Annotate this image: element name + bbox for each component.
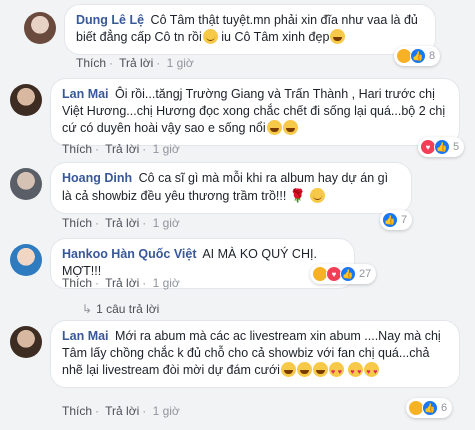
comment-author[interactable]: Lan Mai — [62, 87, 109, 101]
comment-author[interactable]: Hankoo Hàn Quốc Việt — [62, 247, 197, 261]
reply-link[interactable]: Trả lời — [105, 216, 139, 230]
like-icon: 👍 — [434, 139, 450, 155]
laugh-emoji — [282, 120, 298, 135]
comment-text: Ôi rồi...tăngj Trường Giang và Trấn Thàn… — [62, 87, 446, 135]
comment-item: Hankoo Hàn Quốc Việt AI MÀ KO QUÝ CHỊ. M… — [0, 236, 475, 316]
comment-item: Lan Mai Mới ra abum mà các ac livestream… — [0, 318, 475, 430]
comment-actions: Thích · Trả lời · 1 giờ — [62, 404, 180, 418]
reaction-summary[interactable]: 👍 7 — [380, 210, 413, 230]
comment-text: Mới ra abum mà các ac livestream xin abu… — [62, 329, 441, 377]
reply-link[interactable]: Trả lời — [105, 276, 139, 290]
reaction-summary[interactable]: ♥ 👍 27 — [310, 264, 377, 284]
timestamp[interactable]: 1 giờ — [153, 142, 180, 156]
reaction-summary[interactable]: 👍 6 — [406, 398, 453, 418]
avatar[interactable] — [10, 168, 42, 200]
timestamp[interactable]: 1 giờ — [167, 56, 194, 70]
reaction-count: 5 — [453, 141, 460, 153]
heart-eyes-emoji — [364, 362, 380, 381]
reply-arrow-icon: ↳ — [82, 302, 93, 316]
comment-bubble: Lan Mai Ôi rồi...tăngj Trường Giang và T… — [50, 78, 460, 146]
comment-actions: Thích · Trả lời · 1 giờ — [62, 216, 180, 230]
timestamp[interactable]: 1 giờ — [153, 276, 180, 290]
smile-emoji — [310, 188, 326, 203]
reply-link[interactable]: Trả lời — [105, 404, 139, 418]
reaction-summary[interactable]: 👍 8 — [394, 46, 441, 66]
avatar[interactable] — [24, 12, 56, 44]
comment-bubble: Dung Lê Lệ Cô Tâm thật tuyệt.mn phải xin… — [64, 4, 436, 55]
comment-author[interactable]: Dung Lê Lệ — [76, 13, 144, 27]
comment-thread: Dung Lê Lệ Cô Tâm thật tuyệt.mn phải xin… — [0, 0, 475, 430]
comment-bubble: Lan Mai Mới ra abum mà các ac livestream… — [50, 320, 460, 388]
like-link[interactable]: Thích — [62, 216, 92, 230]
like-icon: 👍 — [410, 48, 426, 64]
comment-item: Hoang Dinh Cô ca sĩ gì mà mỗi khi ra alb… — [0, 160, 475, 236]
like-icon: 👍 — [382, 212, 398, 228]
laugh-emoji — [330, 29, 346, 44]
avatar[interactable] — [10, 244, 42, 276]
reply-link[interactable]: Trả lời — [105, 142, 139, 156]
reaction-count: 27 — [359, 268, 372, 280]
comment-author[interactable]: Lan Mai — [62, 329, 109, 343]
comment-text-tail: iu Cô Tâm xinh đẹp — [217, 30, 330, 44]
like-link[interactable]: Thích — [62, 276, 92, 290]
reaction-count: 6 — [441, 402, 448, 414]
laugh-emoji — [312, 362, 328, 377]
laugh-emoji — [280, 362, 296, 377]
reply-link[interactable]: Trả lời — [119, 56, 153, 70]
like-icon: 👍 — [422, 400, 438, 416]
reaction-summary[interactable]: ♥ 👍 5 — [418, 137, 465, 157]
smile-emoji — [202, 29, 218, 44]
laugh-emoji — [266, 120, 282, 135]
comment-bubble: Hoang Dinh Cô ca sĩ gì mà mỗi khi ra alb… — [50, 162, 412, 214]
comment-actions: Thích · Trả lời · 1 giờ — [62, 276, 180, 290]
rose-emoji: 🌹 — [289, 188, 306, 203]
laugh-emoji — [296, 362, 312, 377]
timestamp[interactable]: 1 giờ — [153, 404, 180, 418]
reaction-count: 7 — [401, 214, 408, 226]
reaction-count: 8 — [429, 50, 436, 62]
replies-count: 1 câu trả lời — [96, 302, 160, 316]
comment-item: Dung Lê Lệ Cô Tâm thật tuyệt.mn phải xin… — [0, 0, 475, 78]
comment-author[interactable]: Hoang Dinh — [62, 171, 132, 185]
like-icon: 👍 — [340, 266, 356, 282]
avatar[interactable] — [10, 84, 42, 116]
like-link[interactable]: Thích — [62, 404, 92, 418]
comment-actions: Thích · Trả lời · 1 giờ — [76, 56, 194, 70]
comment-actions: Thích · Trả lời · 1 giờ — [62, 142, 180, 156]
like-link[interactable]: Thích — [76, 56, 106, 70]
view-replies-link[interactable]: ↳ 1 câu trả lời — [82, 302, 159, 316]
timestamp[interactable]: 1 giờ — [153, 216, 180, 230]
like-link[interactable]: Thích — [62, 142, 92, 156]
heart-eyes-emoji — [348, 362, 364, 381]
avatar[interactable] — [10, 326, 42, 358]
heart-eyes-emoji — [328, 362, 344, 381]
comment-item: Lan Mai Ôi rồi...tăngj Trường Giang và T… — [0, 76, 475, 166]
